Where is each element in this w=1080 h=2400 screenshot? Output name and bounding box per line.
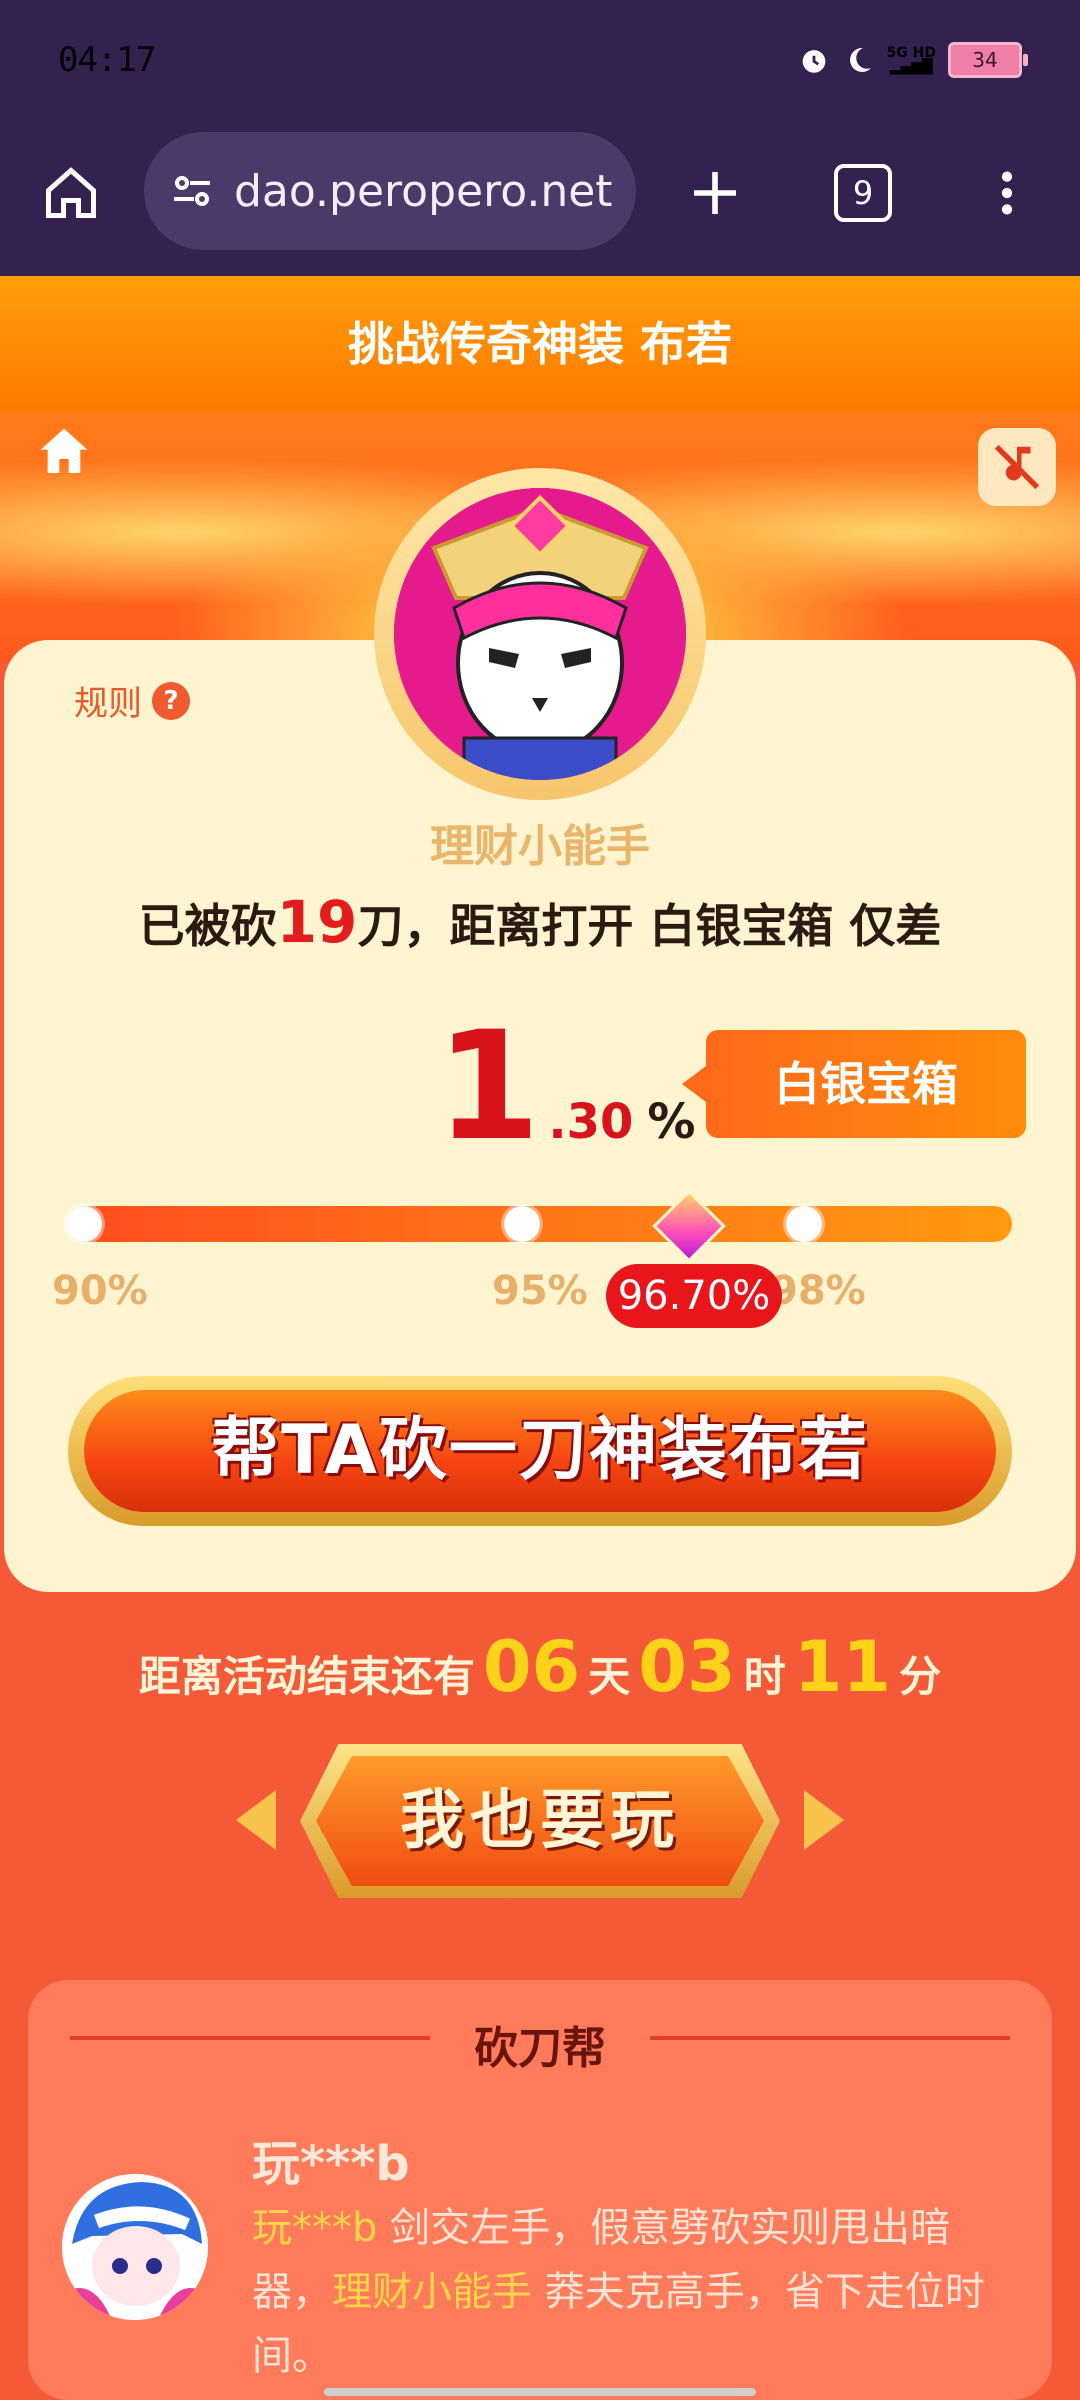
progress-tick-label: 95% xyxy=(492,1268,588,1314)
progress-tick-label: 98% xyxy=(770,1268,866,1314)
bargain-status-line: 已被砍19刀，距离打开 白银宝箱 仅差 xyxy=(0,888,1080,956)
helpers-panel-title: 砍刀帮 xyxy=(474,2023,606,2074)
rules-label: 规则 xyxy=(74,684,142,724)
countdown-days-unit: 天 xyxy=(588,1652,631,1701)
progress-tick-label: 90% xyxy=(52,1268,148,1314)
more-vert-icon xyxy=(1001,171,1013,215)
message-helper-name: 玩***b xyxy=(252,2205,378,2251)
remaining-int: 1 xyxy=(436,1000,541,1174)
remaining-unit: % xyxy=(647,1094,696,1150)
progress-node-start xyxy=(66,1206,102,1242)
battery-indicator: 34 xyxy=(948,42,1028,78)
remaining-dec: .30 xyxy=(548,1094,634,1150)
user-nickname: 理财小能手 xyxy=(430,821,650,872)
status-time: 04:17 xyxy=(58,40,156,80)
message-target-name: 理财小能手 xyxy=(332,2269,532,2315)
progress-node-98 xyxy=(786,1206,822,1242)
menu-button[interactable] xyxy=(972,158,1042,228)
countdown-hours: 03 xyxy=(638,1626,736,1708)
site-settings-icon[interactable] xyxy=(168,167,216,215)
alarm-icon xyxy=(802,50,825,73)
help-question-icon: ? xyxy=(152,681,190,720)
play-button-right-arrow-icon xyxy=(804,1790,844,1850)
page-home-button[interactable] xyxy=(36,424,92,480)
plus-icon xyxy=(694,172,736,214)
music-toggle-button[interactable] xyxy=(978,428,1056,506)
music-off-icon xyxy=(994,444,1040,490)
helper-message: 玩***b 剑交左手，假意劈砍实则甩出暗器，理财小能手 莽夫克高手，省下走位时间… xyxy=(252,2196,1012,2388)
new-tab-button[interactable] xyxy=(680,158,750,228)
play-button-left-arrow-icon xyxy=(236,1790,276,1850)
status-prefix: 已被砍 xyxy=(138,899,277,953)
gesture-home-bar[interactable] xyxy=(324,2388,756,2396)
countdown-minutes-unit: 分 xyxy=(899,1652,942,1701)
status-icons: 5G HD ▂▄▆█ 34 xyxy=(797,42,1028,78)
url-text[interactable]: dao.peropero.net xyxy=(234,166,614,217)
avatar-character-image xyxy=(394,488,686,780)
tab-count: 9 xyxy=(834,164,892,222)
helper-name: 玩***b xyxy=(252,2136,410,2192)
network-indicator: 5G HD ▂▄▆█ xyxy=(886,45,936,75)
rules-link[interactable]: 规则 ? xyxy=(74,676,190,725)
home-button[interactable] xyxy=(36,158,106,228)
countdown-prefix: 距离活动结束还有 xyxy=(138,1652,475,1701)
cut-count: 19 xyxy=(276,888,358,956)
countdown-minutes: 11 xyxy=(793,1626,892,1708)
address-bar[interactable]: dao.peropero.net xyxy=(144,132,636,250)
help-cut-button[interactable]: 帮TA砍一刀神装布若 xyxy=(84,1390,996,1512)
tab-switcher-button[interactable]: 9 xyxy=(828,158,898,228)
home-icon xyxy=(40,428,88,473)
event-countdown: 距离活动结束还有 06 天 03 时 11 分 xyxy=(0,1626,1080,1708)
play-button[interactable]: 我也要玩 xyxy=(316,1756,764,1886)
moon-icon xyxy=(849,47,871,72)
progress-node-95 xyxy=(504,1206,540,1242)
countdown-hours-unit: 时 xyxy=(743,1652,786,1701)
avatar xyxy=(394,488,686,780)
remaining-percent: 1 .30 % xyxy=(436,1012,696,1162)
countdown-days: 06 xyxy=(482,1626,581,1708)
helper-avatar-image xyxy=(62,2174,208,2320)
chest-label: 白银宝箱 xyxy=(682,1030,1026,1138)
status-suffix: 刀，距离打开 白银宝箱 仅差 xyxy=(357,899,942,953)
page-title: 挑战传奇神装 布若 xyxy=(0,276,1080,412)
home-icon xyxy=(46,167,96,218)
helper-avatar xyxy=(62,2174,208,2320)
progress-current-badge: 96.70% xyxy=(606,1264,782,1328)
